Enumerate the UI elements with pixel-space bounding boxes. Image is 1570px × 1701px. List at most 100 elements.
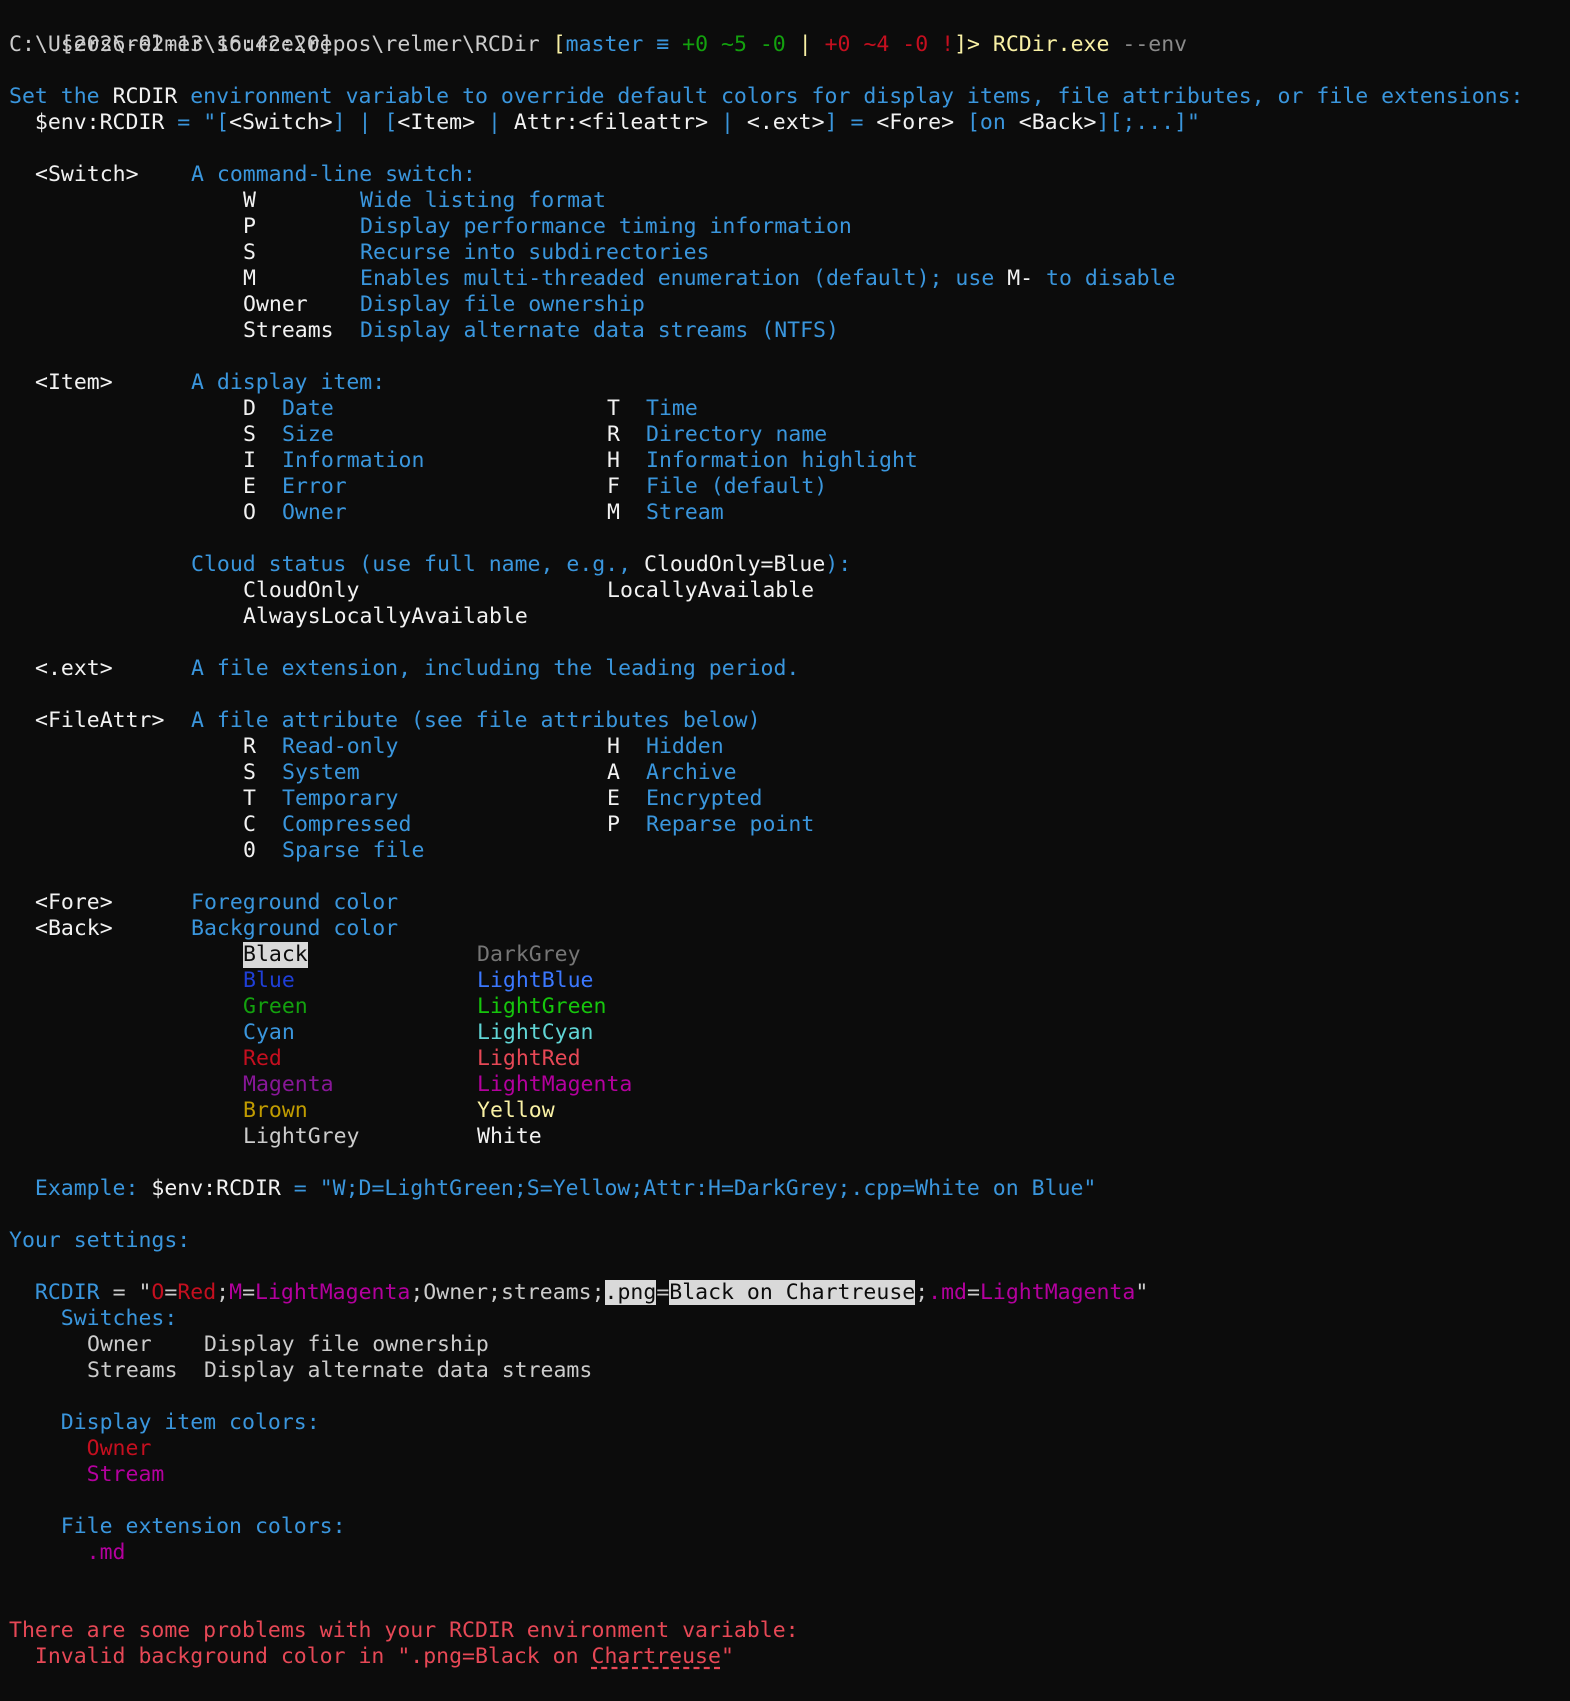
- invalid-color-token: Chartreuse: [591, 1644, 721, 1669]
- text-span: Size: [282, 422, 334, 447]
- text-span: P: [243, 214, 256, 239]
- item-row: E Error F File (default): [9, 474, 1570, 500]
- text-span: A file extension, including the leading …: [191, 656, 800, 681]
- terminal[interactable]: [2026-02-13 16:42:20] C:\Users\relmer\so…: [0, 0, 1570, 1669]
- text-span: I: [243, 448, 256, 473]
- text-span: ][;...]": [1096, 110, 1200, 135]
- item-row: D Date T Time: [9, 396, 1570, 422]
- attr-header: <FileAttr> A file attribute (see file att…: [9, 708, 1570, 734]
- color-name: DarkGrey: [477, 942, 581, 967]
- item-color-entry: Owner: [9, 1436, 1570, 1462]
- text-span: M: [607, 500, 620, 525]
- text-span: W: [243, 188, 256, 213]
- text-span: Owner: [86, 1436, 152, 1461]
- text-span: Directory name: [646, 422, 828, 447]
- text-span: P: [607, 812, 620, 837]
- color-row: Blue LightBlue: [9, 968, 1570, 994]
- settings-switch-row: Owner Display file ownership: [9, 1332, 1570, 1358]
- settings-switch-row: Streams Display alternate data streams: [9, 1358, 1570, 1384]
- command-name: RCDir.exe: [992, 32, 1110, 57]
- text-span: Information highlight: [646, 448, 918, 473]
- text-span: Sparse file: [282, 838, 425, 863]
- text-span: RCDIR: [112, 84, 178, 109]
- color-name: LightGreen: [477, 994, 607, 1019]
- text-span: = ": [99, 1280, 152, 1305]
- text-span: environment variable to override default…: [177, 84, 1524, 109]
- text-span: <Switch>: [229, 110, 333, 135]
- text-span: [on: [954, 110, 1019, 135]
- text-span: <Fore>: [35, 890, 113, 915]
- text-span: M: [243, 266, 256, 291]
- text-span: H: [607, 448, 620, 473]
- ext-colors-title: File extension colors:: [9, 1514, 1570, 1540]
- color-name: LightBlue: [477, 968, 594, 993]
- settings-title: Your settings:: [9, 1228, 1570, 1254]
- text-span: Display alternate data streams (NTFS): [360, 318, 839, 343]
- example-line: Example: $env:RCDIR = "W;D=LightGreen;S=…: [9, 1176, 1570, 1202]
- text-span: T: [243, 786, 256, 811]
- back-header: <Back> Background color: [9, 916, 1570, 942]
- text-span: E: [243, 474, 256, 499]
- git-staged-added: +0: [682, 32, 709, 57]
- attr-row: 0 Sparse file: [9, 838, 1570, 864]
- text-span: Wide listing format: [360, 188, 606, 213]
- text-span: "[: [203, 110, 230, 135]
- ext-color-entry: .md: [9, 1540, 1570, 1566]
- text-span: =: [280, 1176, 320, 1201]
- color-name: Cyan: [243, 1020, 295, 1045]
- git-staged-deleted: -0: [759, 32, 786, 57]
- item-colors-title: Display item colors:: [9, 1410, 1570, 1436]
- text-span: Error: [282, 474, 347, 499]
- text-span: Owner: [282, 500, 347, 525]
- color-name: LightGrey: [243, 1124, 360, 1149]
- text-span: Archive: [646, 760, 737, 785]
- text-span: <.ext>: [746, 110, 825, 135]
- text-span: <Fore>: [876, 110, 955, 135]
- text-span: M: [229, 1280, 243, 1305]
- prompt-line: C:\Users\relmer\source\repos\relmer\RCDi…: [9, 32, 1570, 58]
- text-span: LocallyAvailable: [607, 578, 815, 603]
- text-span: File (default): [646, 474, 828, 499]
- text-span: There are some problems with your RCDIR …: [9, 1618, 799, 1643]
- git-separator: |: [798, 32, 812, 57]
- text-span: =: [967, 1280, 980, 1305]
- switch-row: M Enables multi-threaded enumeration (def…: [9, 266, 1570, 292]
- item-row: I Information H Information highlight: [9, 448, 1570, 474]
- text-span: A display item:: [191, 370, 386, 395]
- item-header: <Item> A display item:: [9, 370, 1570, 396]
- git-branch-close: ]>: [954, 32, 980, 57]
- text-span: Information: [282, 448, 425, 473]
- text-span: File extension colors:: [60, 1514, 346, 1539]
- color-name: LightMagenta: [477, 1072, 633, 1097]
- syntax-line: $env:RCDIR = "[<Switch>] | [<Item> | Att…: [9, 110, 1570, 136]
- text-span: Read-only: [282, 734, 399, 759]
- prompt-path: C:\Users\relmer\source\repos\relmer\RCDi…: [9, 32, 540, 57]
- text-span: Compressed: [282, 812, 412, 837]
- text-span: R: [607, 422, 620, 447]
- text-span: Streams: [87, 1358, 178, 1383]
- color-row: Brown Yellow: [9, 1098, 1570, 1124]
- text-span: Encrypted: [646, 786, 763, 811]
- text-span: ] | [: [332, 110, 398, 135]
- switch-row: Owner Display file ownership: [9, 292, 1570, 318]
- text-span: ;: [216, 1280, 230, 1305]
- color-name: Black: [243, 942, 308, 968]
- switch-header: <Switch> A command-line switch:: [9, 162, 1570, 188]
- text-span: Date: [282, 396, 334, 421]
- text-span: C: [243, 812, 256, 837]
- text-span: ):: [825, 552, 852, 577]
- switch-row: Streams Display alternate data streams (N…: [9, 318, 1570, 344]
- switches-title: Switches:: [9, 1306, 1570, 1332]
- text-span: $env:RCDIR: [34, 110, 165, 135]
- text-span: $env:RCDIR: [151, 1176, 281, 1201]
- item-row: S Size R Directory name: [9, 422, 1570, 448]
- git-branch-open: [: [552, 32, 566, 57]
- text-span: A: [607, 760, 620, 785]
